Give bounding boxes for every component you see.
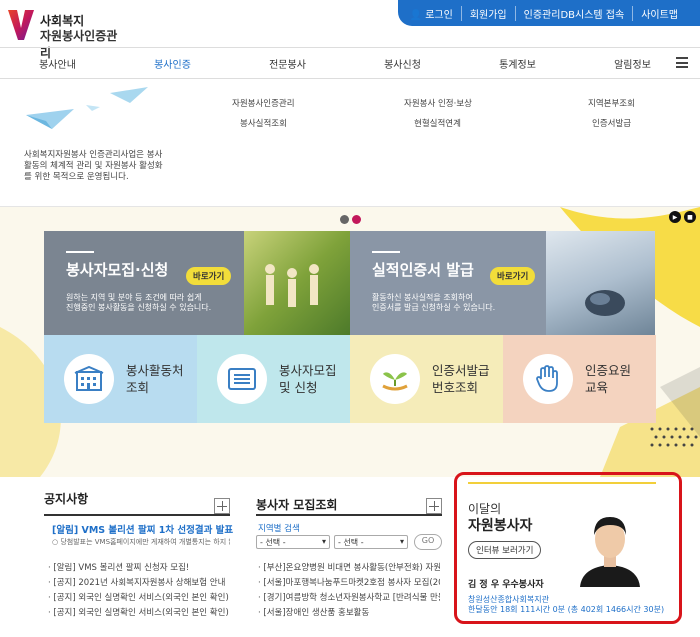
link-cert-manage[interactable]: 자원봉사인증관리 bbox=[232, 97, 295, 109]
card-top-accent bbox=[468, 482, 656, 484]
recruit-go-button[interactable]: 바로가기 bbox=[186, 267, 232, 285]
notice-headline[interactable]: [알림] VMS 볼리션 팔찌 1차 선정결과 발표 bbox=[52, 522, 236, 536]
nav-guide[interactable]: 봉사안내 bbox=[0, 56, 115, 71]
sprout-hand-icon bbox=[370, 354, 420, 404]
region-select-2[interactable]: - 선택 - ▾ bbox=[334, 535, 408, 549]
signup-link[interactable]: 회원가입 bbox=[460, 5, 515, 21]
notice-rule bbox=[44, 514, 230, 516]
region-search-label: 지역별 검색 bbox=[258, 524, 300, 534]
certificate-banner[interactable]: 실적인증서 발급 바로가기 활동하신 봉사실적을 조회하여 인증서를 발급 신청하… bbox=[350, 231, 655, 335]
building-icon bbox=[64, 354, 114, 404]
dot-pattern-decoration bbox=[650, 427, 698, 447]
recruit-banner-desc: 원하는 지역 및 분야 등 조건에 따라 쉽게 진행중인 봉사활동을 신청하실 수… bbox=[66, 293, 212, 312]
menu-icon[interactable] bbox=[676, 57, 688, 68]
quick-education[interactable]: 인증요원 교육 bbox=[503, 335, 656, 423]
notice-board: 공지사항 bbox=[44, 490, 88, 507]
main-nav: 봉사안내 봉사인증 전문봉사 봉사신청 통계정보 알림정보 bbox=[0, 47, 700, 79]
interview-button[interactable]: 인터뷰 보러가기 bbox=[468, 541, 542, 559]
logo-v-icon bbox=[8, 10, 34, 40]
recruit-banner[interactable]: 봉사자모집·신청 바로가기 원하는 지역 및 분야 등 조건에 따라 쉽게 진행중… bbox=[44, 231, 350, 335]
nav-dropdown-panel: 사회복지자원봉사 인증관리사업은 봉사활동의 체계적 관리 및 자원봉사 활성화… bbox=[0, 79, 700, 207]
volunteer-stats: 한달동안 18회 111시간 0분 (총 402회 1466시간 30분) bbox=[468, 605, 665, 614]
quick-activity-search[interactable]: 봉사활동처 조회 bbox=[44, 335, 197, 423]
link-certificate[interactable]: 인증서발급 bbox=[592, 117, 631, 129]
quick-cert-number[interactable]: 인증서발급 번호조회 bbox=[350, 335, 503, 423]
volunteer-label: 자원봉사자 bbox=[468, 518, 533, 534]
notice-title: 공지사항 bbox=[44, 492, 89, 506]
quick-recruit-apply[interactable]: 봉사자모집 및 신청 bbox=[197, 335, 350, 423]
play-icon[interactable]: ▶ bbox=[669, 211, 681, 223]
recruit-banner-title: 봉사자모집·신청 bbox=[66, 261, 169, 279]
banner-rule bbox=[372, 251, 400, 253]
paper-plane-icon bbox=[26, 87, 148, 129]
recruit-item[interactable]: · [경기]여름방학 청소년자원봉사학교 [반려식물 만들... bbox=[258, 591, 440, 603]
document-list-icon bbox=[217, 354, 267, 404]
top-utility-bar: 👤 로그인 회원가입 인증관리DB시스템 접속 사이트맵 bbox=[398, 0, 700, 26]
db-system-link[interactable]: 인증관리DB시스템 접속 bbox=[514, 5, 633, 21]
go-button[interactable]: GO bbox=[414, 534, 442, 550]
recruit-item[interactable]: · [부산]온요양병원 비대면 봉사활동(안부전화) 자원... bbox=[258, 561, 440, 573]
nav-stats[interactable]: 통계정보 bbox=[460, 56, 575, 71]
raised-hand-icon bbox=[523, 354, 573, 404]
volunteer-photo bbox=[578, 505, 642, 587]
recruit-board: 봉사자 모집조회 bbox=[256, 496, 337, 513]
nav-expert[interactable]: 전문봉사 bbox=[230, 56, 345, 71]
site-logo[interactable]: 사회복지 자원봉사인증관리 bbox=[8, 10, 128, 60]
notice-item[interactable]: · [공지] 외국인 실명확인 서비스(외국인 본인 확인) 일... bbox=[48, 591, 230, 603]
recruit-item[interactable]: · [서울]장애인 생산품 홍보활동 bbox=[258, 606, 440, 618]
recruit-item[interactable]: · [서울]마포행복나눔푸드마켓2호점 봉사자 모집(20... bbox=[258, 576, 440, 588]
link-record-search[interactable]: 봉사실적조회 bbox=[240, 117, 287, 129]
link-reward[interactable]: 자원봉사 인정·보상 bbox=[404, 97, 472, 109]
recruit-title: 봉사자 모집조회 bbox=[256, 498, 338, 512]
recruit-more-icon[interactable] bbox=[426, 498, 442, 514]
login-link[interactable]: 👤 로그인 bbox=[402, 6, 461, 21]
certificate-banner-desc: 활동하신 봉사실적을 조회하여 인증서를 발급 신청하실 수 있습니다. bbox=[372, 293, 496, 312]
computer-mouse-icon bbox=[585, 290, 625, 316]
sitemap-link[interactable]: 사이트맵 bbox=[632, 5, 686, 21]
link-blood[interactable]: 현혈실적연계 bbox=[414, 117, 461, 129]
notice-item[interactable]: · [공지] 외국인 실명확인 서비스(외국인 본인 확인) 일... bbox=[48, 606, 230, 618]
people-figures-icon bbox=[265, 264, 319, 307]
nav-certify[interactable]: 봉사인증 bbox=[115, 56, 230, 71]
notice-item[interactable]: · [알림] VMS 볼리션 팔찌 신청자 모집! bbox=[48, 561, 230, 573]
dropdown-description: 사회복지자원봉사 인증관리사업은 봉사활동의 체계적 관리 및 자원봉사 활성화… bbox=[24, 150, 163, 182]
slide-dot-2[interactable] bbox=[352, 215, 361, 224]
recruit-rule bbox=[256, 514, 442, 516]
notice-more-icon[interactable] bbox=[214, 498, 230, 514]
certificate-banner-title: 실적인증서 발급 bbox=[372, 261, 474, 279]
slide-dot-1[interactable] bbox=[340, 215, 349, 224]
volunteer-name: 김 정 우 우수봉사자 bbox=[468, 580, 544, 590]
banner-rule bbox=[66, 251, 94, 253]
link-region[interactable]: 지역본부조회 bbox=[588, 97, 635, 109]
nav-apply[interactable]: 봉사신청 bbox=[345, 56, 460, 71]
stop-icon[interactable]: ■ bbox=[684, 211, 696, 223]
notice-summary: ○ 당첨발표는 VMS홈페이지에만 게재하여 개별통지는 하지 않습니다. (발 bbox=[52, 538, 230, 546]
certificate-go-button[interactable]: 바로가기 bbox=[490, 267, 536, 285]
notice-item[interactable]: · [공지] 2021년 사회복지자원봉사 상해보험 안내 bbox=[48, 576, 230, 588]
nav-notice[interactable]: 알림정보 bbox=[575, 56, 690, 71]
region-select-1[interactable]: - 선택 - ▾ bbox=[256, 535, 330, 549]
